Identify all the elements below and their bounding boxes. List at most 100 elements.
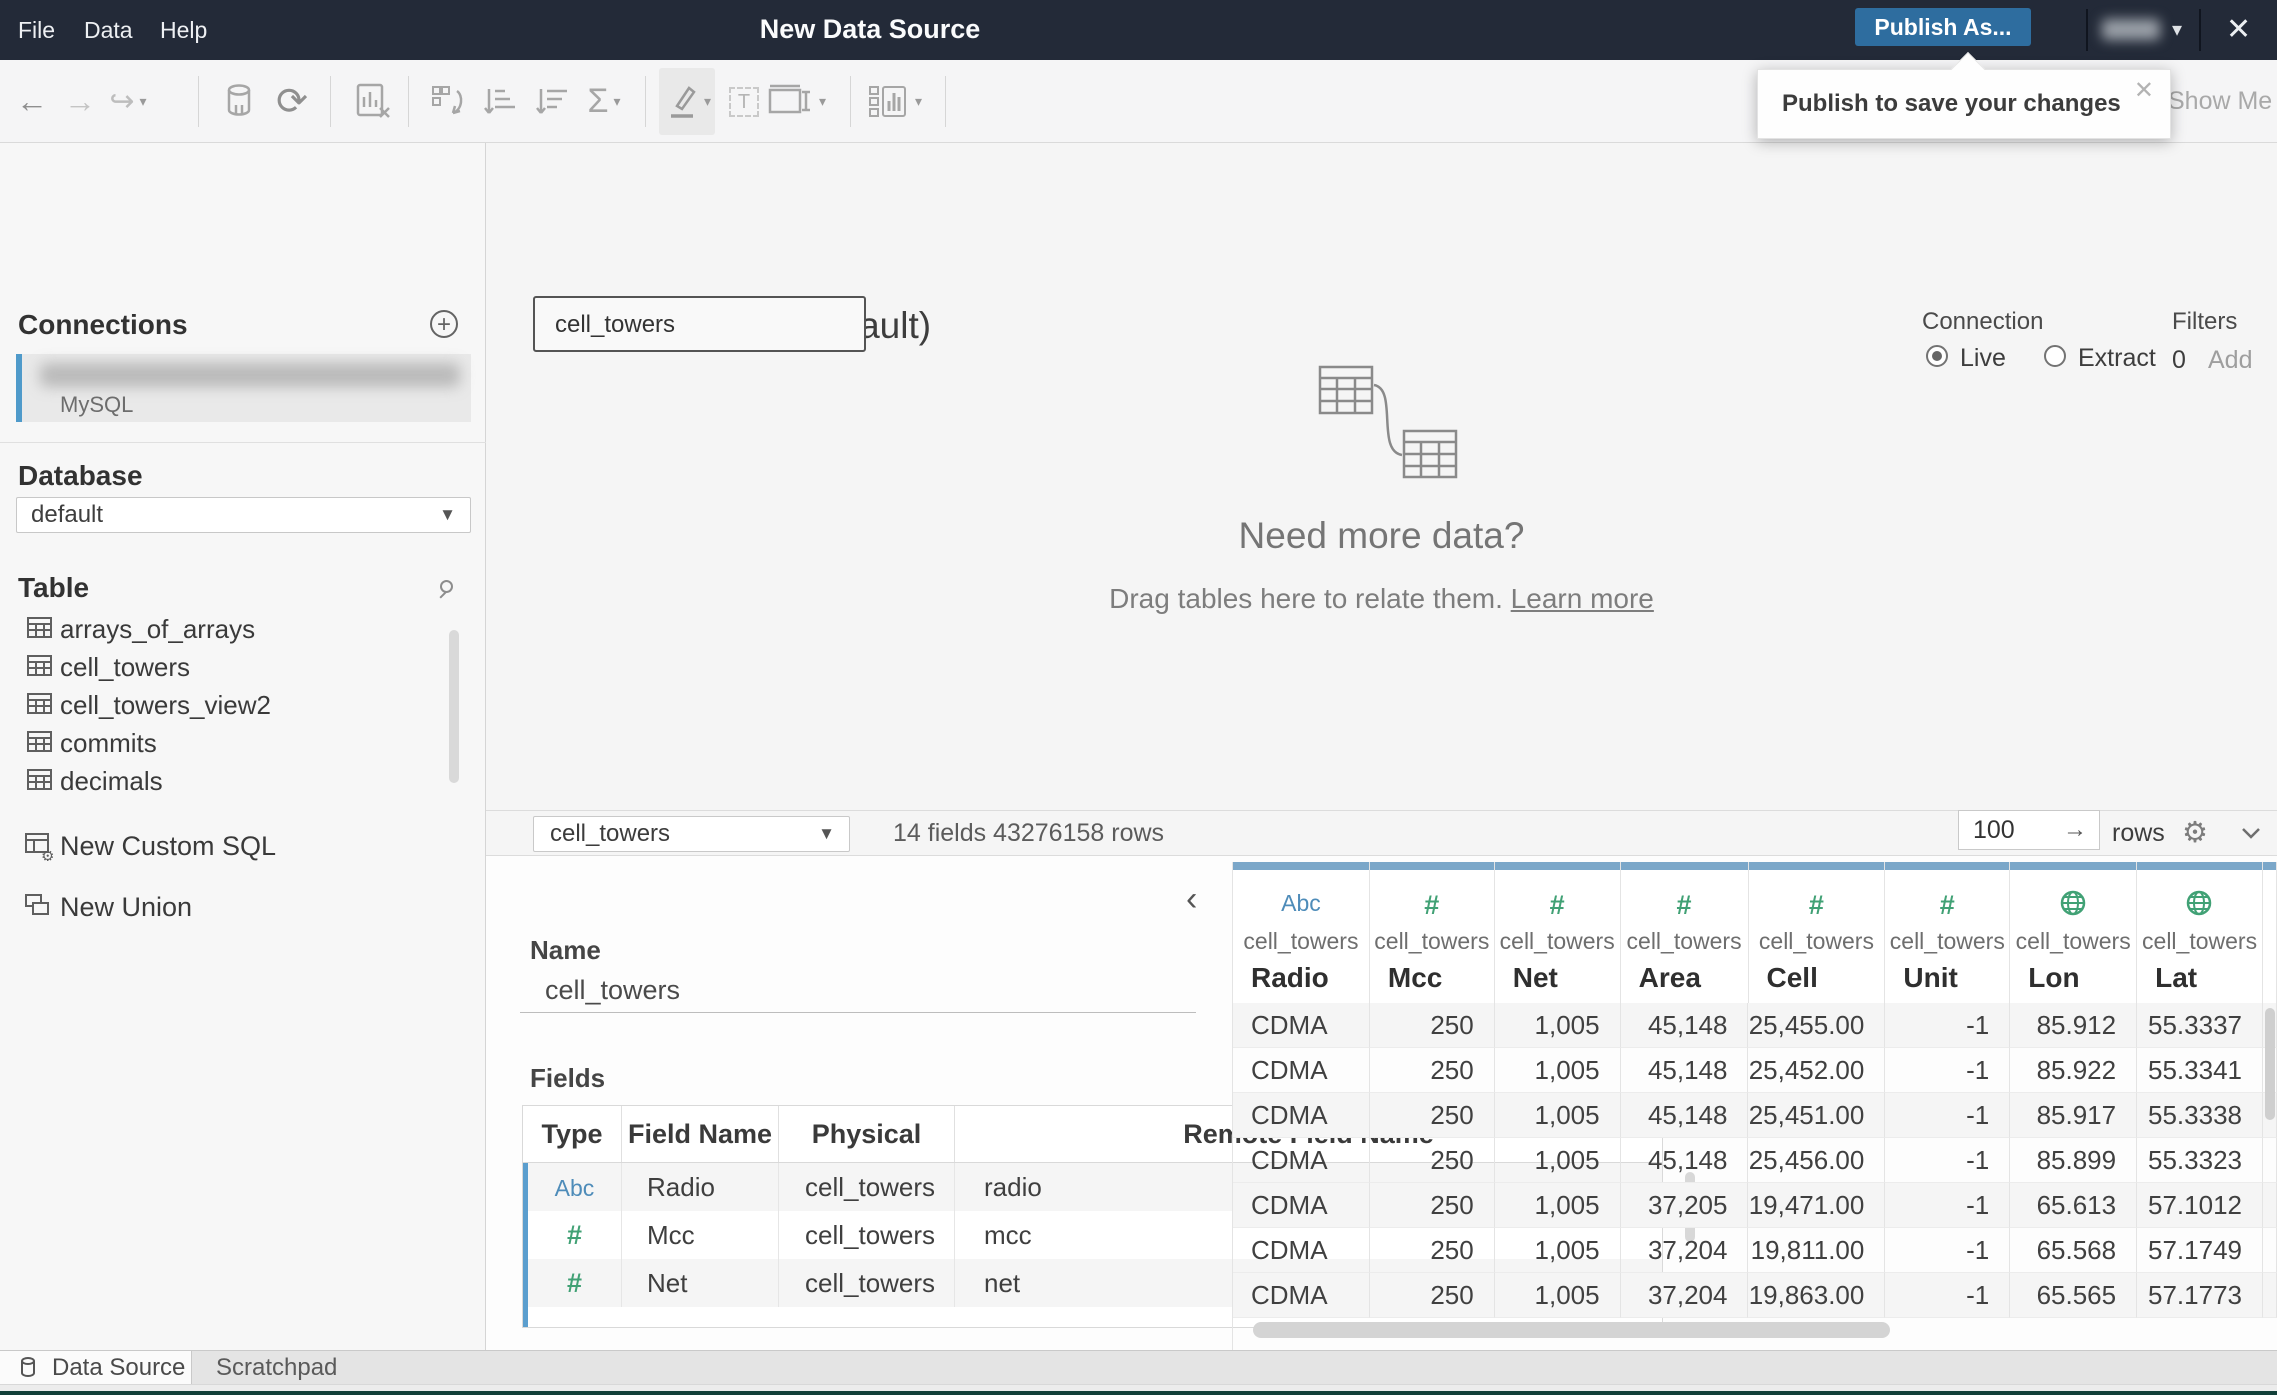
extract-radio-label[interactable]: Extract: [2078, 344, 2156, 373]
grid-cell: CDMA: [1233, 1093, 1370, 1138]
connection-item[interactable]: MySQL: [16, 354, 471, 422]
number-type-icon: #: [1676, 890, 1692, 920]
learn-more-link[interactable]: Learn more: [1511, 583, 1654, 614]
table-list-item-cell_towers[interactable]: cell_towers: [0, 647, 445, 685]
grid-column-header-mcc[interactable]: # cell_towers Mcc: [1369, 862, 1495, 1003]
user-menu-caret-icon[interactable]: ▾: [2172, 17, 2182, 42]
refresh-data-source-icon[interactable]: ⟳: [268, 60, 316, 143]
menu-file[interactable]: File: [8, 0, 65, 60]
preview-table-select[interactable]: cell_towers ▼: [533, 816, 850, 852]
menu-help[interactable]: Help: [150, 0, 217, 60]
grid-column-table: cell_towers: [1758, 928, 1874, 954]
pause-data-source-icon[interactable]: [218, 60, 262, 143]
menu-data[interactable]: Data: [74, 0, 143, 60]
filters-add-link[interactable]: Add: [2208, 346, 2252, 375]
grid-cell: CDMA: [1233, 1183, 1370, 1228]
page-title: New Data Source: [759, 14, 981, 44]
sidebar-scrollbar[interactable]: [449, 630, 459, 783]
add-connection-icon[interactable]: +: [430, 310, 458, 338]
grid-data-row[interactable]: CDMA 250 1,005 45,148 25,452.00 -1 85.922 55.33…: [1233, 1048, 2277, 1093]
name-label: Name: [530, 935, 601, 965]
fields-column-header: Type: [523, 1106, 622, 1162]
grid-column-table: cell_towers: [1626, 928, 1742, 954]
table-list-item-commits[interactable]: commits: [0, 723, 445, 761]
highlight-icon[interactable]: ▾: [659, 68, 715, 135]
gear-icon[interactable]: ⚙: [2182, 815, 2208, 850]
grid-vertical-scrollbar[interactable]: [2265, 1008, 2275, 1120]
number-type-icon: #: [528, 1211, 622, 1259]
empty-state-body: Drag tables here to relate them. Learn m…: [1109, 583, 1654, 614]
clear-sheet-icon[interactable]: [348, 60, 398, 143]
sort-ascending-icon[interactable]: [478, 60, 524, 143]
grid-cell: -1: [1885, 1093, 2011, 1138]
grid-cell: 55.3337: [2137, 1003, 2263, 1048]
totals-sigma-icon[interactable]: Σ ▾: [582, 60, 626, 143]
number-type-icon: #: [1808, 890, 1824, 920]
publish-as-button[interactable]: Publish As...: [1855, 8, 2031, 46]
new-custom-sql-button[interactable]: ⚙ New Custom SQL: [0, 826, 445, 866]
grid-cell: -1: [1885, 1273, 2011, 1318]
grid-cell: CDMA: [1233, 1273, 1370, 1318]
row-count-input[interactable]: 100 →: [1958, 810, 2100, 850]
grid-data-row[interactable]: CDMA 250 1,005 37,204 19,811.00 -1 65.568 57.17…: [1233, 1228, 2277, 1273]
swap-rows-columns-icon[interactable]: [424, 60, 472, 143]
grid-data-row[interactable]: CDMA 250 1,005 45,148 25,455.00 -1 85.912 55.33…: [1233, 1003, 2277, 1048]
grid-column-header-unit[interactable]: # cell_towers Unit: [1885, 862, 2011, 1003]
grid-column-header-cell[interactable]: # cell_towers Cell: [1748, 862, 1886, 1003]
forward-icon[interactable]: →: [58, 60, 102, 143]
grid-data-row[interactable]: CDMA 250 1,005 45,148 25,456.00 -1 85.899 55.33…: [1233, 1138, 2277, 1183]
grid-cell: 250: [1369, 1183, 1495, 1228]
custom-sql-icon: ⚙: [25, 833, 54, 861]
table-list-item-cell_towers_view2[interactable]: cell_towers_view2: [0, 685, 445, 723]
connections-header: Connections: [18, 309, 188, 340]
sidebar-divider: [0, 442, 486, 443]
grid-data-row[interactable]: CDMA 250 1,005 37,205 19,471.00 -1 65.613 57.10…: [1233, 1183, 2277, 1228]
data-preview-grid: Abc cell_towers Radio # cell_towers Mcc # cell_…: [1232, 862, 2277, 1350]
grid-data-row[interactable]: CDMA 250 1,005 45,148 25,451.00 -1 85.917 55.33…: [1233, 1093, 2277, 1138]
new-union-button[interactable]: New Union: [0, 887, 445, 927]
toolbar-divider: [945, 76, 946, 127]
collapse-preview-icon[interactable]: [2238, 813, 2264, 858]
back-icon[interactable]: ←: [10, 60, 54, 143]
preview-toolbar: cell_towers ▼ 14 fields 43276158 rows 10…: [486, 810, 2277, 856]
name-input[interactable]: cell_towers: [545, 975, 680, 1006]
grid-column-header-radio[interactable]: Abc cell_towers Radio: [1233, 862, 1370, 1003]
grid-data-row[interactable]: CDMA 250 1,005 37,204 19,863.00 -1 65.565 57.17…: [1233, 1273, 2277, 1318]
collapse-metadata-icon[interactable]: ‹: [1186, 882, 1197, 916]
show-me-alternatives-icon[interactable]: ▾: [866, 60, 924, 143]
live-radio[interactable]: [1926, 345, 1948, 367]
grid-column-header-lat[interactable]: cell_towers Lat: [2137, 862, 2263, 1003]
string-type-icon: Abc: [528, 1163, 622, 1211]
empty-state-heading: Need more data?: [1238, 515, 1525, 556]
tab-data-source[interactable]: Data Source: [0, 1351, 192, 1385]
grid-cell: 19,811.00: [1748, 1228, 1886, 1273]
table-list-item-decimals[interactable]: decimals: [0, 761, 445, 799]
nav-divider: [2199, 9, 2201, 51]
search-tables-icon[interactable]: [438, 580, 460, 602]
globe-icon: [2060, 890, 2087, 921]
top-nav-bar: File Data Help New Data Source Publish A…: [0, 0, 2277, 60]
show-me-toggle[interactable]: Show Me: [2168, 60, 2272, 143]
grid-horizontal-scrollbar[interactable]: [1253, 1322, 1890, 1338]
fit-width-icon[interactable]: ▾: [768, 60, 826, 143]
apply-row-count-icon[interactable]: →: [2063, 811, 2087, 849]
live-radio-label[interactable]: Live: [1960, 344, 2006, 373]
table-icon: [27, 655, 52, 676]
redo-icon[interactable]: ↪ ▾: [106, 60, 150, 143]
database-select[interactable]: default ▼: [16, 497, 471, 533]
grid-column-header-area[interactable]: # cell_towers Area: [1620, 862, 1749, 1003]
tooltip-close-icon[interactable]: ✕: [2134, 76, 2154, 105]
table-list-item-arrays_of_arrays[interactable]: arrays_of_arrays: [0, 609, 445, 647]
table-node-cell-towers[interactable]: cell_towers: [533, 296, 866, 352]
text-box-icon[interactable]: T: [722, 60, 766, 143]
sort-descending-icon[interactable]: [530, 60, 576, 143]
grid-column-header-net[interactable]: # cell_towers Net: [1494, 862, 1621, 1003]
table-icon: [27, 617, 52, 638]
grid-cell: 250: [1369, 1093, 1495, 1138]
grid-cell: 25,452.00: [1748, 1048, 1886, 1093]
extract-radio[interactable]: [2044, 345, 2066, 367]
toolbar-divider: [198, 76, 199, 127]
close-window-icon[interactable]: ✕: [2226, 12, 2251, 48]
grid-column-header-lon[interactable]: cell_towers Lon: [2010, 862, 2138, 1003]
grid-cell: 250: [1369, 1273, 1495, 1318]
